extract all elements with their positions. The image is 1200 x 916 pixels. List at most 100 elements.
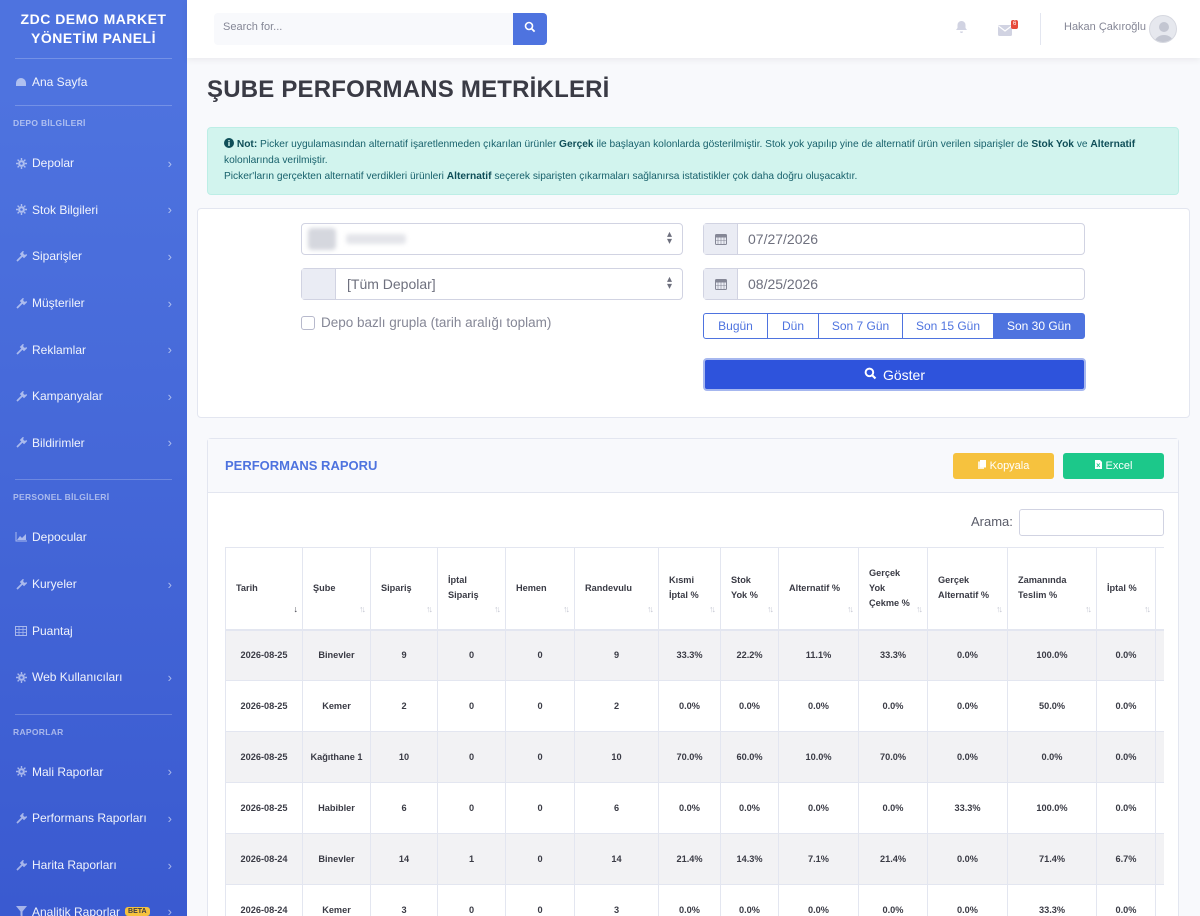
chevron-right-icon: › [167,576,172,592]
sidebar-item-puantaj[interactable]: Puantaj [0,607,187,654]
wrench-icon [15,250,27,262]
sidebar-item-m-teriler[interactable]: Müşteriler › [0,280,187,327]
end-date-field[interactable]: 08/25/2026 [703,268,1085,300]
table-search-input[interactable] [1019,509,1164,536]
table-cell: 2026-08-25 [225,731,303,783]
column-header-label: Randevulu [585,582,632,593]
sidebar-item-performans-raporlar-[interactable]: Performans Raporları › [0,795,187,842]
avatar[interactable] [1149,15,1177,43]
table-cell: 0.0% [1007,731,1097,783]
sidebar-item-sipari-ler[interactable]: Siparişler › [0,233,187,280]
table-cell: 0.0% [1096,884,1156,916]
sidebar-item-ana-sayfa[interactable]: Ana Sayfa [0,59,187,105]
column-header-label: Kısmi İptal % [669,575,699,601]
table-cell: 1 [437,833,506,885]
sidebar-item-depolar[interactable]: Depolar › [0,140,187,187]
report-table-wrapper[interactable]: Tarih ↓ Şube ↑↓ Sipariş ↑↓ İptal Sipariş ↑↓ Heme… [225,547,1164,916]
table-cell: 100.0% [1007,629,1097,681]
range-bugun-button[interactable]: Bugün [703,313,768,339]
copy-button-label: Kopyala [989,460,1030,472]
column-header[interactable]: Şube ↑↓ [302,547,371,631]
column-header[interactable]: İptal % ↑↓ [1096,547,1156,631]
chevron-right-icon: › [167,155,172,171]
envelope-icon[interactable] [998,23,1012,41]
column-header[interactable]: Zamanında Teslim % ↑↓ [1007,547,1097,631]
range-dun-button[interactable]: Dün [767,313,819,339]
table-cell: 0.0% [927,680,1008,732]
depo-select[interactable]: [Tüm Depolar] ▴ ▾ [301,268,683,300]
table-cell: 0.0% [720,782,779,834]
sidebar-item-depocular[interactable]: Depocular [0,514,187,561]
sidebar-item-web-kullan-c-lar-[interactable]: Web Kullanıcıları › [0,654,187,701]
sidebar-item-bildirimler[interactable]: Bildirimler › [0,420,187,467]
bell-icon[interactable] [955,20,968,39]
chevron-right-icon: › [167,904,172,916]
column-header[interactable]: Gerçek Yok Çekme % ↑↓ [858,547,928,631]
column-header[interactable]: ↑↓ [1155,547,1164,631]
range-15-gun-button[interactable]: Son 15 Gün [902,313,994,339]
table-cell: 50.0% [1007,680,1097,732]
report-table: Tarih ↓ Şube ↑↓ Sipariş ↑↓ İptal Sipariş ↑↓ Heme… [225,547,1164,916]
range-30-gun-button[interactable]: Son 30 Gün [993,313,1085,339]
sidebar-item-kampanyalar[interactable]: Kampanyalar › [0,373,187,420]
sidebar-item-label: Mali Raporlar [32,764,104,779]
sidebar-item-reklamlar[interactable]: Reklamlar › [0,326,187,373]
company-select[interactable]: ▴ ▾ [301,223,683,255]
sidebar-item-label: Kampanyalar [32,389,103,404]
column-header[interactable]: Kısmi İptal % ↑↓ [658,547,721,631]
copy-button[interactable]: Kopyala [953,453,1054,479]
sidebar-item-analitik-raporlar[interactable]: Analitik Raporlar BETA › [0,888,187,916]
sidebar-item-stok-bilgileri[interactable]: Stok Bilgileri › [0,187,187,234]
select-caret-icon: ▴ ▾ [666,274,672,292]
column-header[interactable]: Sipariş ↑↓ [370,547,438,631]
column-header[interactable]: Hemen ↑↓ [505,547,575,631]
range-7-gun-button[interactable]: Son 7 Gün [818,313,903,339]
sort-icon: ↓ [293,603,298,614]
column-header[interactable]: Tarih ↓ [225,547,303,631]
table-cell: 0 [505,782,575,834]
start-date-value: 07/27/2026 [748,231,819,247]
column-header-label: Tarih [236,582,258,593]
brand-logo-text[interactable]: ZDC DEMO MARKET YÖNETİM PANELİ [0,0,187,58]
table-cell: 3 [574,884,659,916]
table-cell: 9 [370,629,438,681]
table-cell [1155,731,1164,783]
blurred-text [346,234,406,244]
sidebar-item-mali-raporlar[interactable]: Mali Raporlar › [0,749,187,796]
sidebar-item-label: Kuryeler [32,577,77,592]
search-button[interactable] [513,13,547,45]
column-header[interactable]: Randevulu ↑↓ [574,547,659,631]
sidebar-item-label: Harita Raporları [32,858,117,873]
user-name[interactable]: Hakan Çakıroğlu [1064,21,1146,33]
show-button[interactable]: Göster [703,358,1086,391]
alert-text: kolonlarında verilmiştir. [224,155,328,166]
sidebar-item-harita-raporlar-[interactable]: Harita Raporları › [0,842,187,889]
page-title: ŞUBE PERFORMANS METRİKLERİ [207,76,610,103]
column-header[interactable]: Alternatif % ↑↓ [778,547,859,631]
table-cell: 22.2% [720,629,779,681]
column-header[interactable]: İptal Sipariş ↑↓ [437,547,506,631]
excel-button[interactable]: Excel [1063,453,1164,479]
sidebar-item-kuryeler[interactable]: Kuryeler › [0,561,187,608]
column-header[interactable]: Stok Yok % ↑↓ [720,547,779,631]
search-input[interactable]: Search for... [214,13,514,45]
table-row: 2026-08-24 Binevler 14 1 0 14 21.4% 14.3% 7.1% 21… [225,833,1164,885]
group-by-depo-label[interactable]: Depo bazlı grupla (tarih aralığı toplam) [321,315,551,330]
alert-text: ile başlayan kolonlarda gösterilmiştir. … [593,139,1032,150]
table-cell [1155,833,1164,885]
table-cell: 10 [574,731,659,783]
table-cell: 70.0% [658,731,721,783]
table-cell: 0.0% [778,680,859,732]
wrench-icon [15,437,27,449]
group-by-depo-checkbox[interactable] [301,316,315,330]
table-cell [1155,884,1164,916]
table-cell: 2026-08-25 [225,782,303,834]
sidebar-item-label: Depocular [32,530,87,545]
column-header-label: Gerçek Alternatif % [938,575,990,601]
show-button-label: Göster [882,366,925,383]
table-cell: 100.0% [1007,782,1097,834]
column-header-label: Gerçek Yok Çekme % [869,567,910,608]
start-date-field[interactable]: 07/27/2026 [703,223,1085,255]
column-header[interactable]: Gerçek Alternatif % ↑↓ [927,547,1008,631]
dashboard-icon [15,76,27,88]
